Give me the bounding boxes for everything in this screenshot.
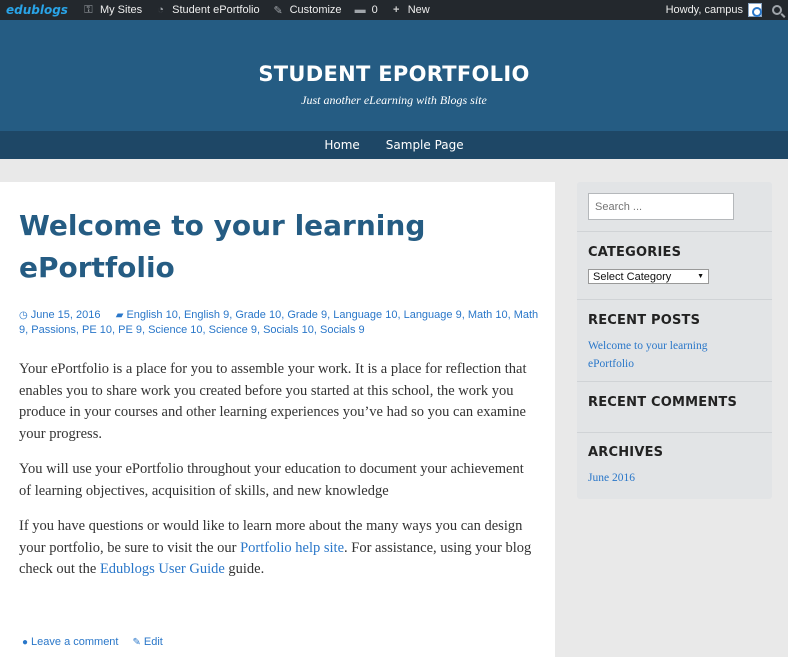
howdy-greeting: Howdy, campus [665, 4, 743, 16]
site-name-label: Student ePortfolio [172, 4, 260, 16]
sidebar: CATEGORIES Select Category ▼ RECENT POST… [577, 182, 772, 499]
brush-icon: ✎ [273, 4, 283, 17]
pencil-icon: ✎ [132, 636, 141, 648]
folder-icon: ▰ [115, 310, 124, 321]
leave-comment-link[interactable]: ● Leave a comment [22, 636, 118, 648]
site-description: Just another eLearning with Blogs site [301, 93, 487, 107]
main-nav: Home Sample Page [0, 131, 788, 159]
post-footer: ● Leave a comment ✎ Edit [22, 636, 163, 648]
nav-home[interactable]: Home [324, 138, 359, 152]
categories-heading: CATEGORIES [588, 245, 682, 260]
avatar [748, 3, 762, 17]
clock-icon: ◷ [19, 310, 28, 321]
archives-heading: ARCHIVES [588, 445, 664, 460]
category-link[interactable]: English 9 [184, 309, 229, 321]
site-name-menu[interactable]: ◔ Student ePortfolio [148, 0, 265, 20]
category-link[interactable]: PE 10 [82, 324, 112, 336]
dashboard-icon: ◔ [157, 4, 164, 16]
my-sites-menu[interactable]: ⚿ My Sites [76, 0, 148, 20]
search-input[interactable] [588, 193, 734, 220]
category-link[interactable]: Science 9 [209, 324, 257, 336]
comment-icon: ▬ [354, 4, 366, 16]
category-select[interactable]: Select Category ▼ [588, 269, 709, 284]
category-link[interactable]: Grade 10 [235, 309, 281, 321]
key-icon: ⚿ [84, 3, 93, 16]
edublogs-logo[interactable]: edublogs [0, 0, 76, 20]
archives-widget: ARCHIVES June 2016 [577, 433, 772, 486]
recent-post-link[interactable]: Welcome to your learning ePortfolio [588, 340, 707, 370]
admin-bar: edublogs ⚿ My Sites ◔ Student ePortfolio… [0, 0, 788, 20]
category-link[interactable]: Socials 9 [320, 324, 365, 336]
recent-comments-widget: RECENT COMMENTS [577, 382, 772, 433]
leave-comment-label: Leave a comment [31, 636, 119, 648]
comments-link[interactable]: ▬ 0 [348, 0, 384, 20]
recent-posts-widget: RECENT POSTS Welcome to your learning eP… [577, 300, 772, 382]
paragraph-1: Your ePortfolio is a place for you to as… [19, 361, 527, 442]
category-link[interactable]: Science 10 [148, 324, 202, 336]
speech-bubble-icon: ● [22, 636, 29, 648]
category-link[interactable]: Socials 10 [263, 324, 314, 336]
site-title[interactable]: STUDENT EPORTFOLIO [0, 62, 788, 86]
post-content: Your ePortfolio is a place for you to as… [19, 359, 539, 595]
portfolio-help-link[interactable]: Portfolio help site [240, 540, 344, 556]
customize-label: Customize [289, 4, 342, 16]
paragraph-3-text-c: guide. [224, 561, 265, 577]
category-select-value: Select Category [593, 270, 672, 283]
category-link[interactable]: Language 9 [404, 309, 462, 321]
comments-count: 0 [371, 4, 378, 16]
category-link[interactable]: Language 10 [333, 309, 397, 321]
post-meta: ◷ June 15, 2016 ▰ English 10, English 9, G… [19, 308, 539, 338]
dropdown-arrow-icon: ▼ [697, 273, 704, 280]
post-article: Welcome to your learning ePortfolio ◷ Jun… [0, 182, 555, 657]
my-sites-label: My Sites [99, 4, 143, 16]
category-link[interactable]: English 10 [126, 309, 177, 321]
categories-widget: CATEGORIES Select Category ▼ [577, 232, 772, 300]
edit-label: Edit [143, 636, 163, 648]
post-date[interactable]: June 15, 2016 [31, 309, 101, 321]
edit-link[interactable]: ✎ Edit [132, 636, 162, 648]
customize-link[interactable]: ✎ Customize [266, 0, 348, 20]
category-link[interactable]: Grade 9 [287, 309, 327, 321]
category-link[interactable]: PE 9 [118, 324, 142, 336]
plus-icon: + [392, 4, 400, 16]
category-link[interactable]: Math 10 [468, 309, 508, 321]
paragraph-3: If you have questions or would like to l… [19, 516, 539, 581]
paragraph-2: You will use your ePortfolio throughout … [19, 461, 524, 499]
nav-sample-page[interactable]: Sample Page [386, 138, 464, 152]
search-icon[interactable] [772, 5, 782, 15]
post-title[interactable]: Welcome to your learning ePortfolio [19, 205, 519, 289]
user-guide-link[interactable]: Edublogs User Guide [100, 561, 225, 577]
new-content-menu[interactable]: + New [384, 0, 436, 20]
archive-link[interactable]: June 2016 [588, 472, 635, 484]
new-label: New [407, 4, 430, 16]
category-link[interactable]: Passions [31, 324, 76, 336]
site-header: STUDENT EPORTFOLIO Just another eLearnin… [0, 20, 788, 131]
recent-posts-heading: RECENT POSTS [588, 313, 701, 328]
search-widget [577, 182, 772, 232]
my-account-menu[interactable]: Howdy, campus [660, 0, 762, 20]
recent-comments-heading: RECENT COMMENTS [588, 395, 738, 410]
